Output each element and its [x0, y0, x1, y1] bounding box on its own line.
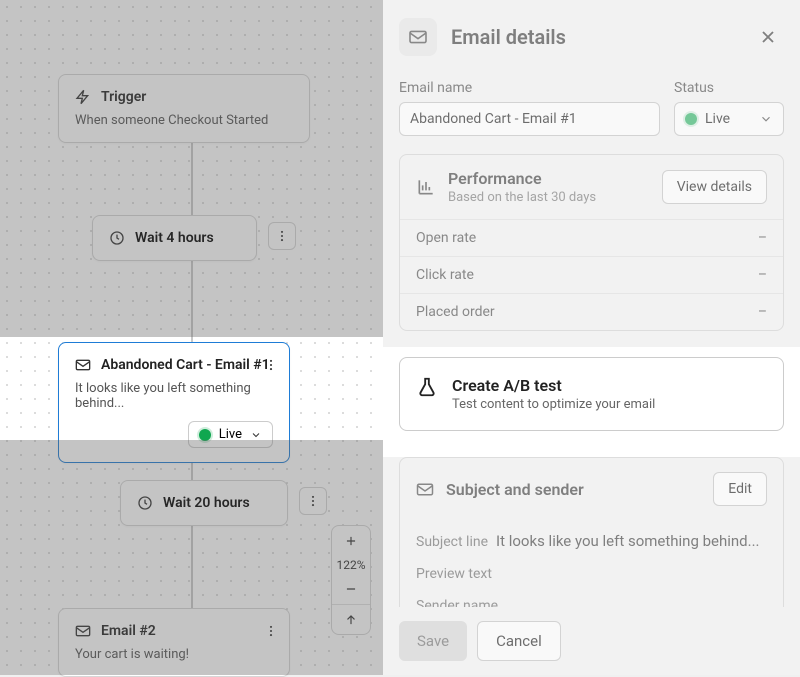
- email-node-title: Email #2: [101, 623, 156, 639]
- email-node-2[interactable]: Email #2 Your cart is waiting!: [58, 608, 290, 677]
- clock-icon: [137, 495, 153, 511]
- performance-card: Performance Based on the last 30 days Vi…: [399, 154, 784, 331]
- mail-icon: [75, 358, 91, 372]
- zoom-in-button[interactable]: [332, 526, 370, 556]
- chevron-down-icon: [250, 429, 262, 441]
- connector: [191, 520, 193, 608]
- status-label: Live: [219, 427, 242, 442]
- performance-title: Performance: [448, 169, 650, 188]
- subject-line-label: Subject line: [416, 534, 488, 550]
- email-node-title: Abandoned Cart - Email #1: [101, 357, 270, 373]
- connector: [191, 255, 193, 342]
- performance-subtitle: Based on the last 30 days: [448, 190, 650, 205]
- bolt-icon: [75, 89, 91, 105]
- mail-icon: [399, 18, 437, 56]
- zoom-controls: 122%: [331, 525, 371, 635]
- save-button[interactable]: Save: [399, 621, 467, 661]
- metric-row: Open rate–: [400, 219, 783, 256]
- close-button[interactable]: [752, 21, 784, 53]
- kebab-menu[interactable]: [259, 619, 283, 643]
- metric-row: Placed order–: [400, 293, 783, 330]
- clock-icon: [109, 230, 125, 246]
- trigger-subtitle: When someone Checkout Started: [75, 113, 293, 128]
- status-field-label: Status: [674, 80, 784, 96]
- wait-node-2[interactable]: Wait 20 hours: [120, 480, 288, 526]
- preview-text-label: Preview text: [416, 566, 492, 582]
- create-ab-test-card[interactable]: Create A/B test Test content to optimize…: [399, 357, 784, 431]
- panel-footer: Save Cancel: [383, 607, 800, 675]
- status-dot-icon: [199, 429, 211, 441]
- subject-title: Subject and sender: [446, 480, 701, 499]
- wait-label: Wait 20 hours: [163, 495, 250, 511]
- flask-icon: [416, 376, 438, 412]
- trigger-title: Trigger: [101, 89, 146, 105]
- details-panel: Email details Email name Status Live: [383, 0, 800, 675]
- email-node-subtitle: It looks like you left something behind.…: [75, 381, 273, 411]
- status-dropdown[interactable]: Live: [188, 421, 273, 448]
- abtest-subtitle: Test content to optimize your email: [452, 397, 655, 412]
- email-name-label: Email name: [399, 80, 660, 96]
- wait-node-1[interactable]: Wait 4 hours: [92, 215, 257, 261]
- wait-label: Wait 4 hours: [135, 230, 214, 246]
- status-select[interactable]: Live: [674, 102, 784, 136]
- mail-icon: [75, 624, 91, 638]
- email-node-1[interactable]: Abandoned Cart - Email #1 It looks like …: [58, 342, 290, 463]
- zoom-level: 122%: [336, 556, 365, 574]
- subject-line-value: It looks like you left something behind.…: [496, 532, 759, 550]
- flow-canvas[interactable]: Trigger When someone Checkout Started Wa…: [0, 0, 383, 675]
- kebab-menu[interactable]: [299, 487, 327, 515]
- zoom-out-button[interactable]: [332, 574, 370, 604]
- email-node-subtitle: Your cart is waiting!: [75, 647, 273, 662]
- mail-icon: [416, 482, 434, 497]
- subject-sender-card: Subject and sender Edit Subject line It …: [399, 457, 784, 607]
- trigger-node[interactable]: Trigger When someone Checkout Started: [58, 74, 310, 143]
- kebab-menu[interactable]: [268, 222, 296, 250]
- abtest-title: Create A/B test: [452, 376, 655, 395]
- sender-name-label: Sender name: [416, 598, 498, 607]
- status-value: Live: [705, 111, 730, 127]
- panel-title: Email details: [451, 25, 738, 49]
- scroll-up-button[interactable]: [332, 604, 370, 634]
- flow-canvas-panel: Trigger When someone Checkout Started Wa…: [0, 0, 383, 675]
- metric-row: Click rate–: [400, 256, 783, 293]
- view-details-button[interactable]: View details: [662, 170, 767, 204]
- kebab-menu[interactable]: [259, 353, 283, 377]
- status-dot-icon: [685, 113, 697, 125]
- edit-button[interactable]: Edit: [713, 472, 767, 506]
- email-name-input[interactable]: [399, 102, 660, 136]
- chart-icon: [416, 177, 436, 197]
- chevron-down-icon: [759, 112, 773, 126]
- cancel-button[interactable]: Cancel: [477, 621, 561, 661]
